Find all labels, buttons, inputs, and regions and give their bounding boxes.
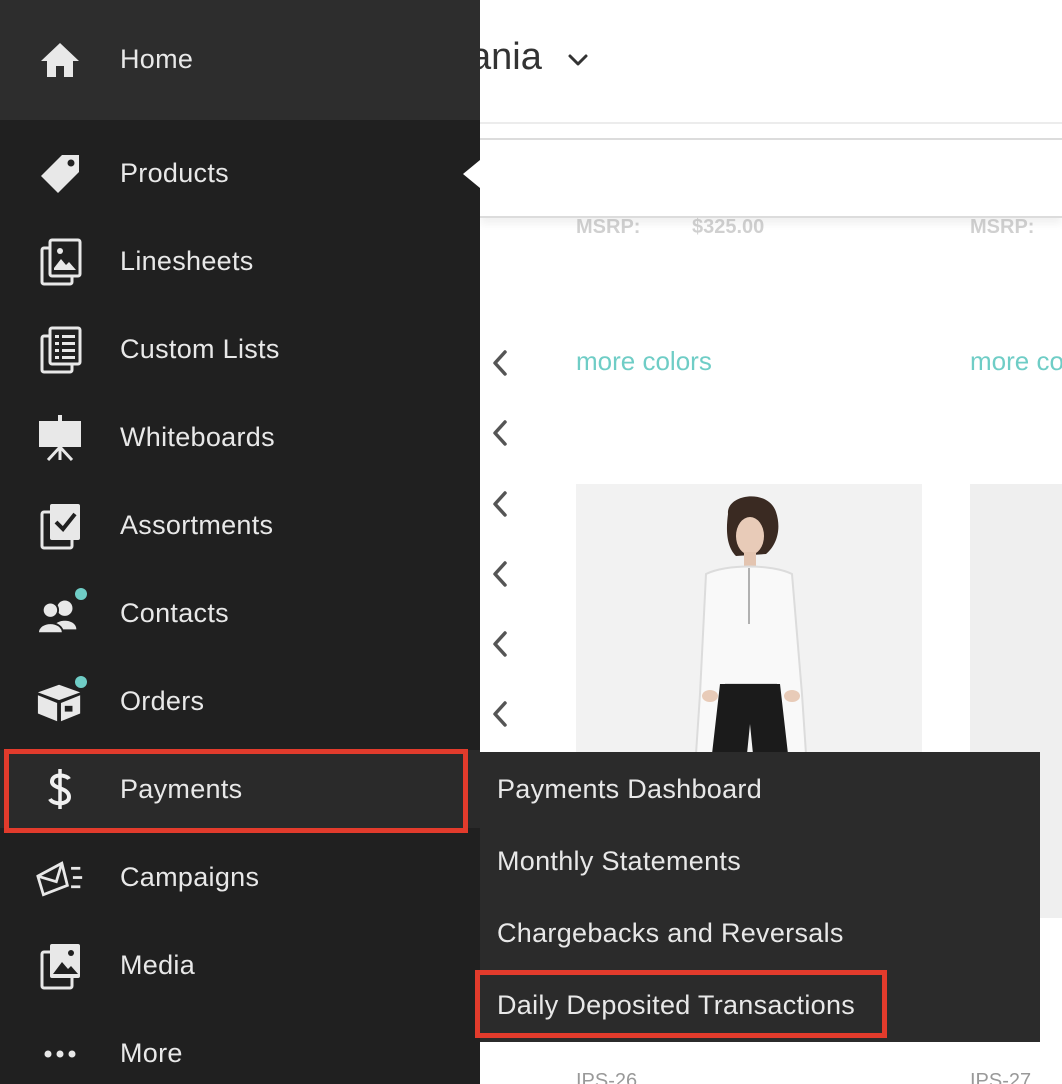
notification-dot (75, 588, 87, 600)
active-indicator-caret (463, 160, 480, 188)
sidebar-item-home[interactable]: Home (0, 0, 480, 120)
tag-icon (36, 150, 84, 198)
chevron-left-icon[interactable] (490, 489, 510, 519)
chevron-left-icon[interactable] (490, 699, 510, 729)
chevron-left-icon[interactable] (490, 418, 510, 448)
envelope-icon (36, 854, 84, 902)
msrp-label: MSRP: (970, 216, 1035, 238)
list-icon (36, 326, 84, 374)
sidebar-item-label: Orders (120, 686, 205, 716)
sidebar-item-more[interactable]: More (0, 1010, 480, 1084)
dollar-icon (36, 765, 84, 813)
sidebar-item-products[interactable]: Products (0, 130, 480, 218)
sidebar-item-label: Assortments (120, 510, 274, 540)
msrp-label: MSRP: (576, 216, 641, 238)
sidebar-item-label: Whiteboards (120, 422, 275, 452)
submenu-item-daily-deposited-transactions[interactable]: Daily Deposited Transactions (497, 990, 855, 1021)
assortment-icon (36, 502, 84, 550)
sidebar-item-label: Contacts (120, 598, 229, 628)
chevron-left-icon[interactable] (490, 559, 510, 589)
sku-label: IPS-27 (970, 1070, 1032, 1084)
sidebar-item-label: Products (120, 158, 229, 188)
more-colors-link[interactable]: more colors (576, 346, 712, 377)
header-divider (480, 122, 1062, 124)
sidebar-item-label: Linesheets (120, 246, 254, 276)
submenu-item-chargebacks-reversals[interactable]: Chargebacks and Reversals (497, 918, 844, 949)
payments-submenu: Payments Dashboard Monthly Statements Ch… (480, 752, 1040, 1042)
sidebar-item-whiteboards[interactable]: Whiteboards (0, 394, 480, 482)
box-icon (36, 676, 87, 726)
linesheets-icon (36, 238, 84, 286)
ellipsis-icon (36, 1030, 84, 1078)
media-icon (36, 942, 84, 990)
sidebar-item-label: Custom Lists (120, 334, 280, 364)
sidebar-item-label: More (120, 1038, 183, 1068)
page-title: ania (470, 36, 542, 78)
sku-label: IPS-26 (576, 1070, 638, 1084)
sidebar-item-linesheets[interactable]: Linesheets (0, 218, 480, 306)
home-icon (36, 36, 84, 84)
sidebar-item-contacts[interactable]: Contacts (0, 570, 480, 658)
notification-dot (75, 676, 87, 688)
submenu-item-monthly-statements[interactable]: Monthly Statements (497, 846, 741, 877)
search-bar[interactable] (480, 138, 1062, 218)
sidebar-item-custom-lists[interactable]: Custom Lists (0, 306, 480, 394)
sidebar-item-campaigns[interactable]: Campaigns (0, 834, 480, 922)
submenu-item-payments-dashboard[interactable]: Payments Dashboard (497, 774, 762, 805)
sidebar-item-payments[interactable]: Payments (0, 750, 480, 828)
more-colors-link[interactable]: more co (970, 346, 1062, 377)
msrp-value: $325.00 (692, 216, 765, 238)
contacts-icon (36, 588, 87, 638)
sidebar-item-assortments[interactable]: Assortments (0, 482, 480, 570)
sidebar-nav: Home Products Linesheets Custom Lists Wh… (0, 0, 480, 1084)
sidebar-item-label: Media (120, 950, 196, 980)
chevron-down-icon[interactable] (566, 48, 590, 72)
chevron-left-icon[interactable] (490, 348, 510, 378)
sidebar-item-label: Home (120, 44, 194, 74)
chevron-left-icon[interactable] (490, 629, 510, 659)
sidebar-item-label: Campaigns (120, 862, 260, 892)
sidebar-item-label: Payments (120, 774, 243, 804)
sidebar-item-media[interactable]: Media (0, 922, 480, 1010)
whiteboard-icon (36, 414, 84, 462)
sidebar-item-orders[interactable]: Orders (0, 658, 480, 746)
